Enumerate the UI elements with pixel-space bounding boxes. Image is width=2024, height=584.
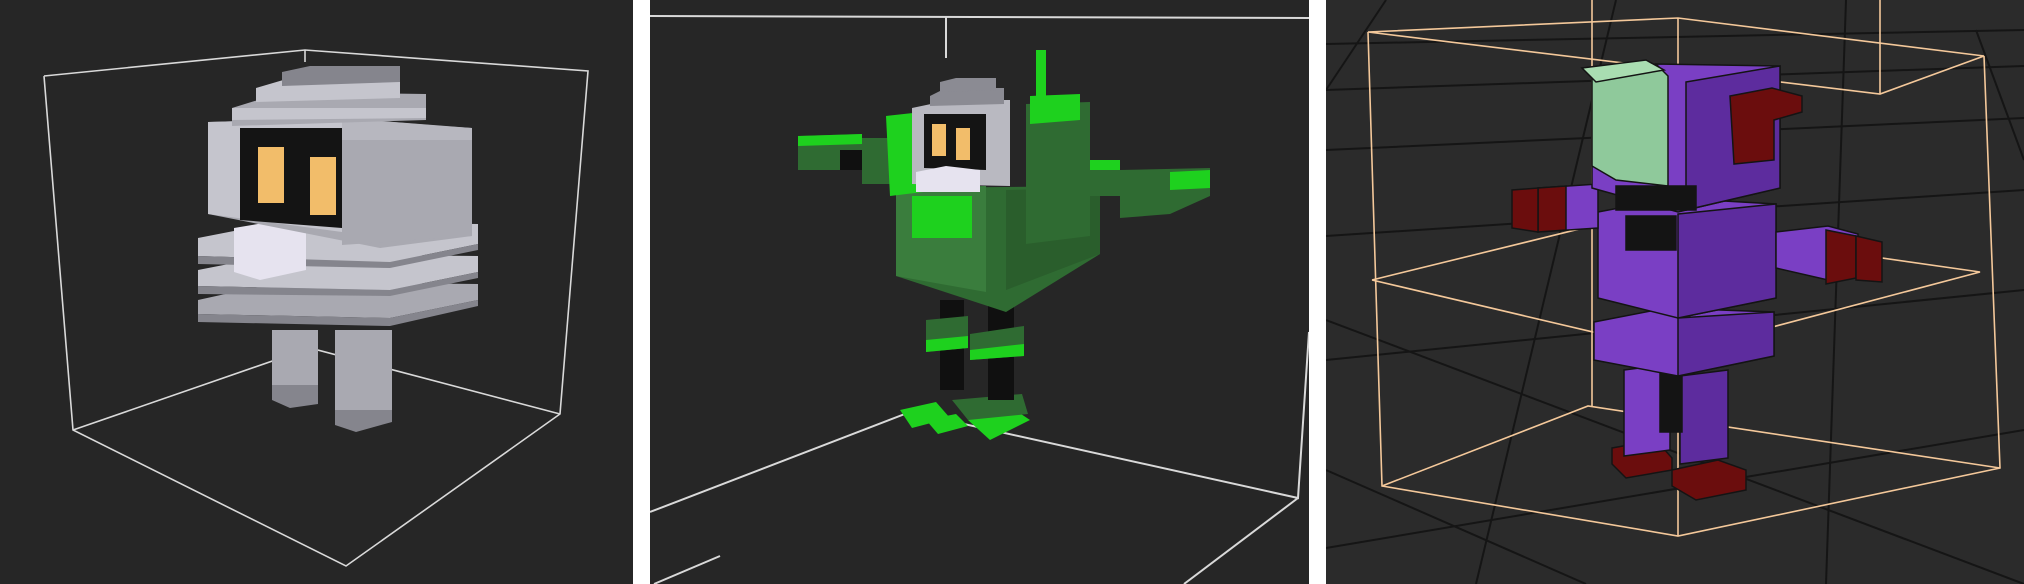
- viewport-panel-purple-robot[interactable]: [1326, 0, 2024, 584]
- grey-robot-scene: [43, 49, 589, 567]
- viewport-panel-grey-robot[interactable]: [0, 0, 633, 584]
- green-robot-scene: [650, 15, 1309, 584]
- grey-robot-voxel-model: [198, 66, 478, 432]
- green-robot-voxel-model: [798, 50, 1210, 440]
- purple-robot-scene: [1326, 0, 2024, 584]
- viewport-panel-green-robot[interactable]: [650, 0, 1309, 584]
